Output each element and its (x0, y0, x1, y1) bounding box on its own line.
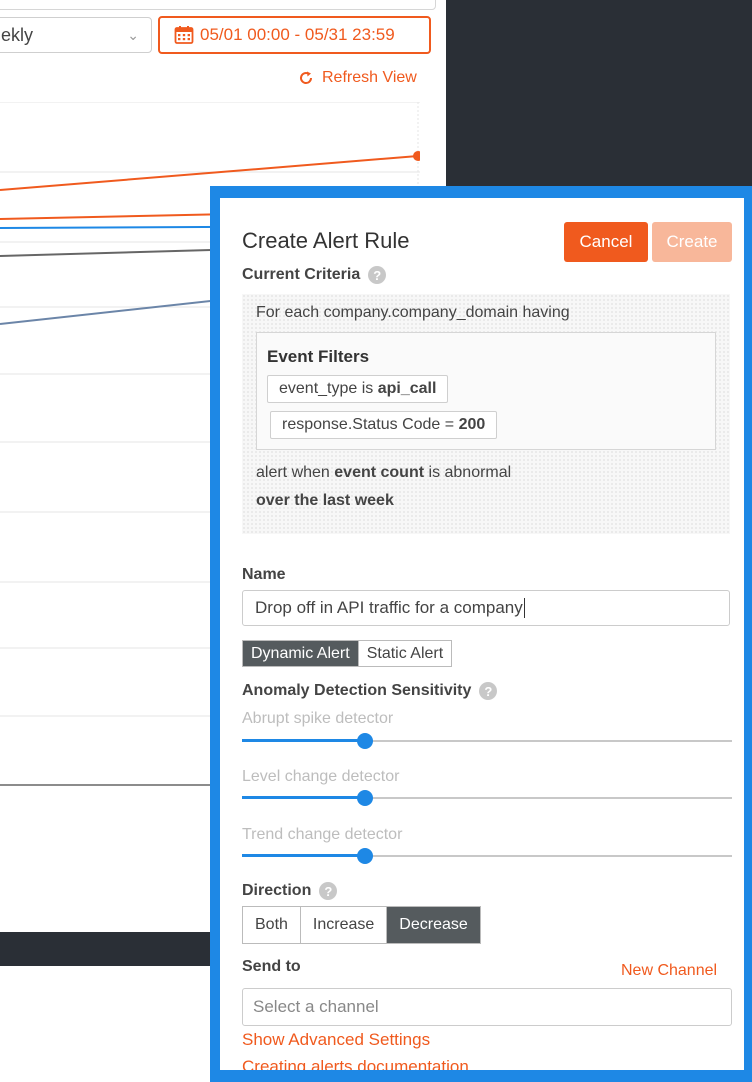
dashboard-footer-bar (0, 932, 220, 966)
date-range-picker[interactable]: 05/01 00:00 - 05/31 23:59 (158, 16, 431, 54)
cancel-button[interactable]: Cancel (564, 222, 648, 262)
criteria-alert-when: alert when event count is abnormal (256, 464, 511, 482)
chevron-down-icon: ⌄ (127, 27, 139, 43)
create-alert-rule-dialog: Create Alert Rule Cancel Create Current … (220, 198, 744, 1070)
direction-label: Direction ? (242, 882, 338, 900)
static-alert-toggle[interactable]: Static Alert (358, 641, 452, 666)
date-range-label: 05/01 00:00 - 05/31 23:59 (200, 25, 395, 44)
event-filters-title: Event Filters (267, 347, 370, 366)
trend-change-label: Trend change detector (242, 826, 403, 843)
alert-when-prefix: alert when (256, 464, 335, 481)
period-select-value: ekly (1, 24, 34, 45)
send-to-label: Send to (242, 958, 301, 976)
slider-thumb[interactable] (356, 733, 373, 749)
abrupt-spike-slider[interactable] (242, 733, 732, 749)
sensitivity-label: Anomaly Detection Sensitivity ? (242, 682, 498, 700)
channel-select[interactable]: Select a channel (242, 988, 732, 1026)
new-channel-link[interactable]: New Channel (621, 962, 717, 980)
trend-change-slider[interactable] (242, 848, 732, 864)
criteria-for-each: For each company.company_domain having (256, 304, 570, 321)
series-line-orange (0, 155, 419, 191)
advanced-settings-link[interactable]: Show Advanced Settings (242, 1030, 430, 1050)
dashboard-bottom-panel (0, 966, 220, 1082)
level-change-slider[interactable] (242, 790, 732, 806)
direction-toggle: Both Increase Decrease (242, 906, 481, 944)
help-icon[interactable]: ? (479, 682, 498, 700)
slider-fill (242, 854, 365, 857)
abrupt-spike-label: Abrupt spike detector (242, 710, 394, 727)
name-label: Name (242, 566, 286, 584)
search-input[interactable] (0, 0, 436, 10)
refresh-view-link[interactable]: Refresh View (298, 69, 417, 87)
current-criteria-text: Current Criteria (242, 266, 361, 283)
event-filters-box: Event Filters event_type is api_call res… (256, 332, 716, 450)
filter-chip-event-type: event_type is api_call (267, 375, 449, 403)
slider-fill (242, 739, 365, 742)
alert-when-suffix: is abnormal (424, 464, 512, 481)
filter-chip-status-code: response.Status Code = 200 (270, 411, 498, 439)
series-point-orange (413, 151, 420, 161)
dialog-title: Create Alert Rule (242, 228, 410, 253)
alerts-documentation-link[interactable]: Creating alerts documentation (242, 1057, 469, 1070)
filter-chip-value: api_call (377, 380, 437, 397)
alert-when-metric: event count (334, 464, 425, 481)
create-button[interactable]: Create (652, 222, 732, 262)
sensitivity-label-text: Anomaly Detection Sensitivity (242, 682, 472, 699)
period-select[interactable]: ekly ⌄ (0, 17, 152, 53)
refresh-icon (300, 71, 313, 84)
name-label-text: Name (242, 566, 286, 583)
direction-decrease[interactable]: Decrease (387, 907, 480, 943)
dynamic-alert-toggle[interactable]: Dynamic Alert (243, 641, 359, 666)
calendar-icon (174, 26, 194, 44)
slider-thumb[interactable] (356, 790, 373, 806)
filter-chip-field: event_type is (279, 380, 378, 397)
filter-chip-value: 200 (458, 416, 486, 433)
slider-fill (242, 796, 365, 799)
refresh-view-label: Refresh View (322, 69, 417, 86)
name-input-value: Drop off in API traffic for a company (255, 598, 523, 617)
filter-chip-field: response.Status Code = (282, 416, 459, 433)
help-icon[interactable]: ? (319, 882, 338, 900)
current-criteria-label: Current Criteria ? (242, 266, 387, 284)
alert-type-toggle: Dynamic Alert Static Alert (242, 640, 453, 667)
criteria-summary: For each company.company_domain having E… (242, 294, 730, 534)
send-to-label-text: Send to (242, 958, 301, 975)
slider-thumb[interactable] (356, 848, 373, 864)
level-change-label: Level change detector (242, 768, 400, 785)
help-icon[interactable]: ? (368, 266, 387, 284)
channel-select-placeholder: Select a channel (253, 997, 379, 1016)
direction-both[interactable]: Both (243, 907, 301, 943)
direction-increase[interactable]: Increase (300, 907, 388, 943)
name-input[interactable]: Drop off in API traffic for a company (242, 590, 730, 626)
direction-label-text: Direction (242, 882, 312, 899)
criteria-time-window: over the last week (256, 492, 394, 509)
text-caret (523, 598, 525, 618)
